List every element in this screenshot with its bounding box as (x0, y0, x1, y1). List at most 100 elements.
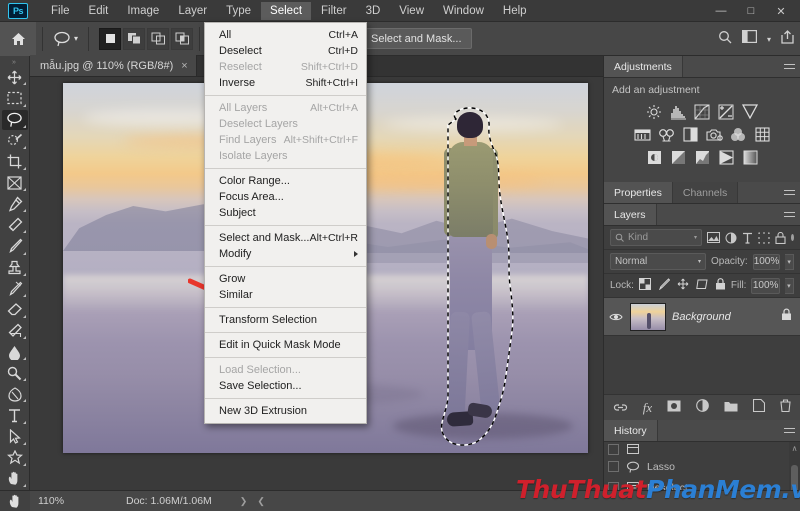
new-selection-button[interactable] (99, 27, 122, 50)
subtract-from-selection-button[interactable] (147, 27, 170, 50)
shape-filter-icon[interactable] (758, 230, 770, 245)
layer-row-background[interactable]: Background (604, 298, 800, 336)
tab-adjustments[interactable]: Adjustments (604, 56, 683, 77)
black-white-icon[interactable] (682, 126, 699, 143)
panel-menu-icon[interactable] (778, 204, 800, 225)
workspace-icon[interactable] (741, 30, 757, 48)
current-tool-lasso-icon[interactable]: ▾ (49, 31, 82, 47)
pixel-filter-icon[interactable] (707, 230, 720, 245)
home-icon[interactable] (0, 21, 36, 56)
menu-item-edit-in-quick-mask-mode[interactable]: Edit in Quick Mask Mode (205, 337, 366, 353)
threshold-icon[interactable] (694, 149, 711, 166)
menu-item-all[interactable]: All Ctrl+A (205, 27, 366, 43)
quick-selection-tool[interactable] (2, 131, 28, 151)
layer-style-fx-icon[interactable]: fx (643, 400, 652, 416)
crop-tool[interactable] (2, 152, 28, 172)
layer-filter-select[interactable]: Kind ▾ (610, 229, 702, 246)
menu-item-focus-area[interactable]: Focus Area... (205, 189, 366, 205)
menu-view[interactable]: View (390, 2, 433, 20)
tool-preset-caret[interactable]: ▾ (74, 34, 78, 43)
maximize-button[interactable]: □ (736, 0, 766, 22)
minimize-button[interactable]: — (706, 0, 736, 22)
rectangular-marquee-tool[interactable] (2, 88, 28, 108)
history-brush-tool[interactable] (2, 279, 28, 299)
eyedropper-tool[interactable] (2, 194, 28, 214)
path-selection-tool[interactable] (2, 427, 28, 447)
exposure-icon[interactable] (718, 103, 735, 120)
eraser-tool[interactable] (2, 300, 28, 320)
history-state-open[interactable] (604, 442, 800, 456)
select-menu-dropdown[interactable]: All Ctrl+A Deselect Ctrl+D Reselect Shift+Ctr… (204, 22, 367, 424)
hand-tool[interactable] (2, 469, 28, 489)
brush-tool[interactable] (2, 236, 28, 256)
horizontal-type-tool[interactable] (2, 405, 28, 425)
custom-shape-tool[interactable] (2, 448, 28, 468)
pen-tool[interactable] (2, 384, 28, 404)
chevron-down-icon[interactable]: ▾ (767, 35, 771, 44)
vibrance-icon[interactable] (742, 103, 759, 120)
menu-layer[interactable]: Layer (169, 2, 216, 20)
new-adjustment-layer-icon[interactable] (696, 398, 710, 417)
menu-edit[interactable]: Edit (80, 2, 118, 20)
close-button[interactable]: ✕ (766, 0, 796, 22)
history-snapshot-checkbox[interactable] (608, 443, 619, 455)
menu-item-save-selection[interactable]: Save Selection... (205, 378, 366, 394)
opacity-input[interactable]: 100% (752, 253, 781, 270)
menu-item-select-and-mask[interactable]: Select and Mask... Alt+Ctrl+R (205, 230, 366, 246)
layer-visibility-eye-icon[interactable] (608, 312, 624, 322)
levels-icon[interactable] (670, 103, 687, 120)
fill-stepper-caret[interactable]: ▾ (784, 277, 794, 294)
adjustment-filter-icon[interactable] (725, 230, 737, 245)
zoom-level[interactable]: 110% (30, 495, 88, 507)
gradient-map-icon[interactable] (742, 149, 759, 166)
menu-item-transform-selection[interactable]: Transform Selection (205, 312, 366, 328)
smart-object-filter-icon[interactable] (775, 230, 786, 245)
color-balance-icon[interactable] (658, 126, 675, 143)
clone-stamp-tool[interactable] (2, 258, 28, 278)
menu-3d[interactable]: 3D (357, 2, 390, 20)
layer-thumbnail[interactable] (630, 302, 666, 331)
blend-mode-select[interactable]: Normal ▾ (610, 253, 706, 270)
curves-icon[interactable] (694, 103, 711, 120)
fill-input[interactable]: 100% (751, 277, 780, 294)
opacity-stepper-caret[interactable]: ▾ (785, 253, 794, 270)
posterize-icon[interactable] (670, 149, 687, 166)
document-tab[interactable]: mẫu.jpg @ 110% (RGB/8#) × (30, 55, 197, 76)
menu-item-new-3d-extrusion[interactable]: New 3D Extrusion (205, 403, 366, 419)
menu-filter[interactable]: Filter (312, 2, 356, 20)
tab-layers[interactable]: Layers (604, 204, 657, 225)
search-icon[interactable] (718, 30, 732, 49)
add-to-selection-button[interactable] (123, 27, 146, 50)
menu-item-grow[interactable]: Grow (205, 271, 366, 287)
filter-toggle-indicator[interactable] (791, 234, 794, 241)
tab-properties[interactable]: Properties (604, 182, 673, 203)
tab-channels[interactable]: Channels (672, 182, 739, 203)
menu-window[interactable]: Window (434, 2, 493, 20)
move-tool[interactable] (2, 67, 28, 87)
lock-position-icon[interactable] (677, 277, 689, 295)
menu-type[interactable]: Type (217, 2, 260, 20)
status-expand-left-icon[interactable]: ❮ (257, 496, 265, 507)
toolbar-collapse-handle[interactable]: » (0, 58, 29, 67)
lock-all-icon[interactable] (715, 277, 726, 295)
menu-file[interactable]: File (42, 2, 79, 20)
panel-menu-icon[interactable] (778, 420, 800, 441)
lock-artboard-icon[interactable] (696, 277, 708, 295)
status-expand-right-icon[interactable]: ❯ (240, 496, 248, 507)
gradient-tool[interactable] (2, 321, 28, 341)
channel-mixer-icon[interactable] (730, 126, 747, 143)
hue-saturation-icon[interactable] (633, 126, 651, 143)
type-filter-icon[interactable] (742, 230, 753, 245)
close-icon[interactable]: × (181, 60, 187, 72)
selective-color-icon[interactable] (718, 149, 735, 166)
menu-item-similar[interactable]: Similar (205, 287, 366, 303)
link-layers-icon[interactable] (613, 399, 628, 417)
scroll-up-icon[interactable]: ∧ (792, 444, 798, 453)
tab-history[interactable]: History (604, 420, 658, 441)
share-icon[interactable] (781, 29, 794, 49)
menu-select[interactable]: Select (261, 1, 312, 20)
invert-icon[interactable] (646, 149, 663, 166)
new-group-icon[interactable] (724, 399, 738, 417)
panel-menu-icon[interactable] (778, 182, 800, 203)
blur-tool[interactable] (2, 342, 28, 362)
